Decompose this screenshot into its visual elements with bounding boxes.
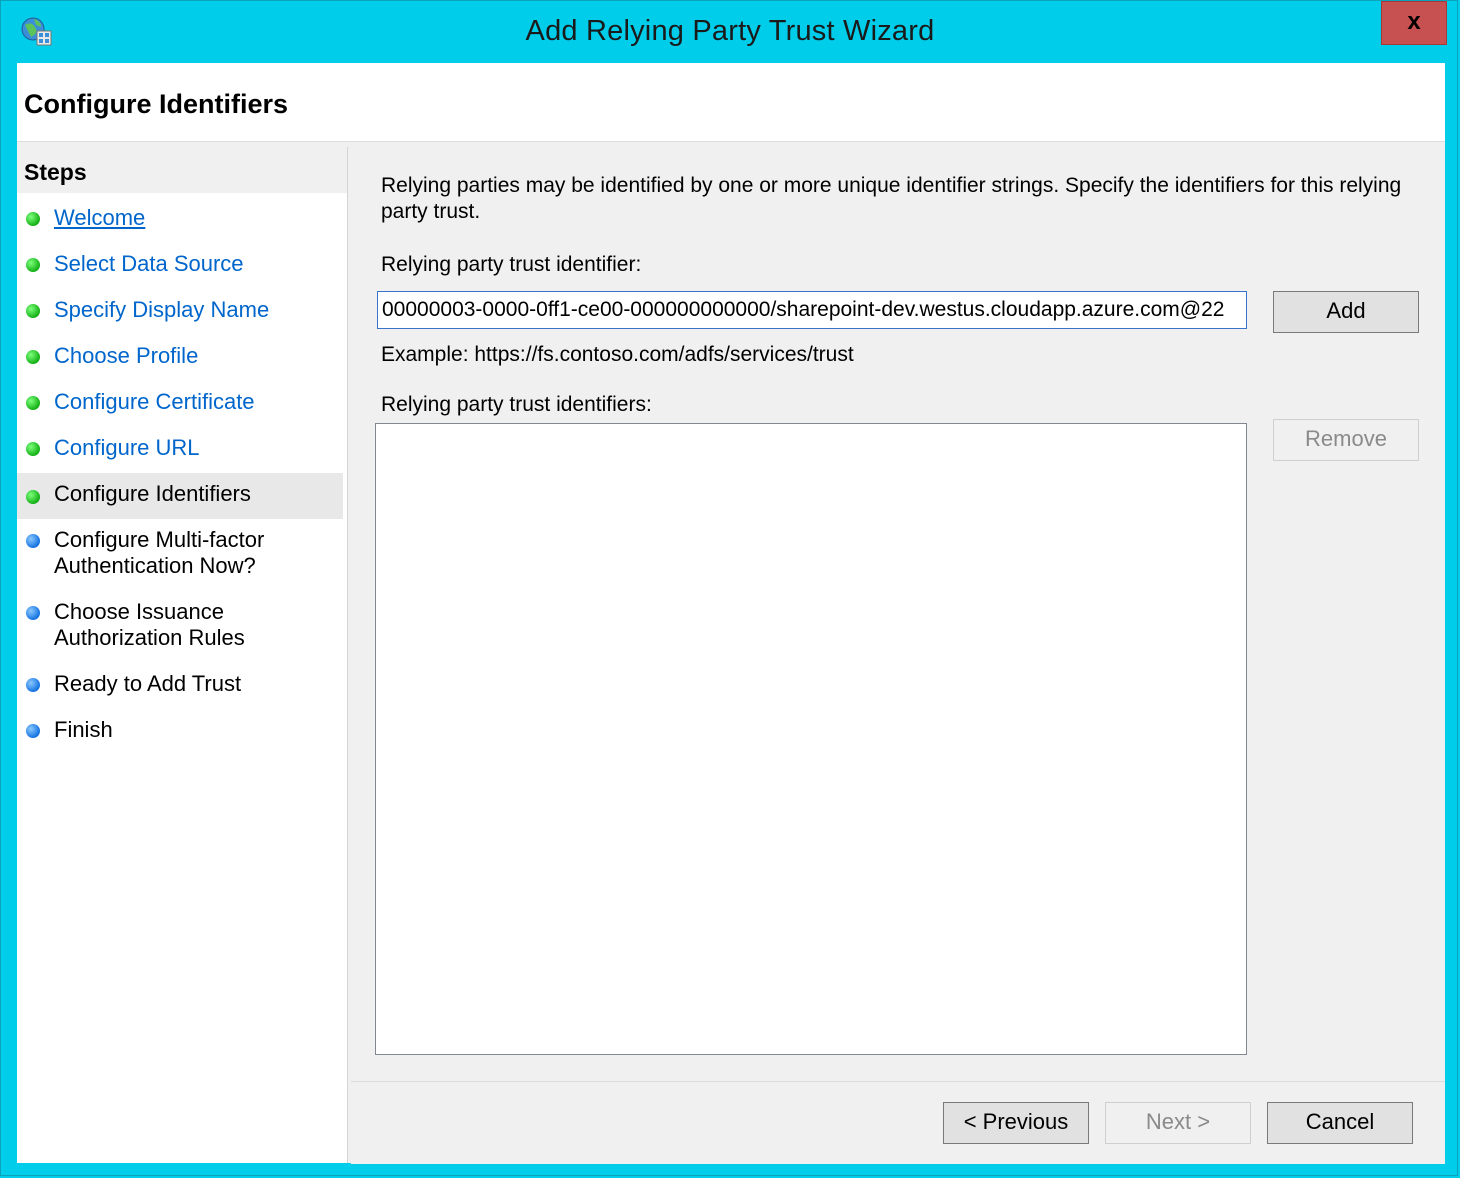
step-label-line1: Choose Issuance bbox=[54, 599, 224, 624]
step-configure-certificate[interactable]: Configure Certificate bbox=[17, 389, 343, 419]
identifier-label: Relying party trust identifier: bbox=[381, 253, 642, 276]
step-label-line1: Configure Multi-factor bbox=[54, 527, 265, 552]
step-complete-icon bbox=[26, 442, 40, 456]
page-header: Configure Identifiers bbox=[17, 63, 1445, 142]
content-panel: Relying parties may be identified by one… bbox=[351, 147, 1445, 1081]
step-welcome[interactable]: Welcome bbox=[17, 205, 343, 235]
step-label: Configure Certificate bbox=[54, 389, 255, 414]
step-choose-profile[interactable]: Choose Profile bbox=[17, 343, 343, 373]
step-label: Finish bbox=[54, 717, 113, 742]
window-title: Add Relying Party Trust Wizard bbox=[525, 15, 935, 47]
step-label: Ready to Add Trust bbox=[54, 671, 242, 696]
step-choose-issuance-rules: Choose Issuance Authorization Rules bbox=[17, 599, 343, 655]
step-complete-icon bbox=[26, 212, 40, 226]
step-complete-icon bbox=[26, 490, 40, 504]
step-configure-url[interactable]: Configure URL bbox=[17, 435, 343, 465]
example-text: Example: https://fs.contoso.com/adfs/ser… bbox=[381, 343, 854, 366]
steps-heading-label: Steps bbox=[24, 159, 87, 185]
close-button[interactable]: x bbox=[1381, 1, 1447, 45]
remove-button[interactable]: Remove bbox=[1273, 419, 1419, 461]
add-button[interactable]: Add bbox=[1273, 291, 1419, 333]
step-ready-to-add-trust: Ready to Add Trust bbox=[17, 671, 343, 701]
title-bar[interactable]: Add Relying Party Trust Wizard x bbox=[1, 1, 1459, 63]
next-button[interactable]: Next > bbox=[1105, 1102, 1251, 1144]
wizard-client-area: Configure Identifiers Steps Welcome Sele… bbox=[17, 63, 1445, 1164]
previous-button[interactable]: < Previous bbox=[943, 1102, 1089, 1144]
step-label-line2: Authentication Now? bbox=[54, 553, 256, 578]
step-label: Select Data Source bbox=[54, 251, 244, 276]
step-label: Configure Identifiers bbox=[54, 481, 251, 506]
step-configure-identifiers: Configure Identifiers bbox=[17, 473, 343, 519]
step-label-line2: Authorization Rules bbox=[54, 625, 245, 650]
step-complete-icon bbox=[26, 258, 40, 272]
step-complete-icon bbox=[26, 396, 40, 410]
identifiers-list[interactable] bbox=[375, 423, 1247, 1055]
step-pending-icon bbox=[26, 534, 40, 548]
description-text: Relying parties may be identified by one… bbox=[381, 174, 1402, 223]
page-title: Configure Identifiers bbox=[24, 89, 289, 119]
step-finish: Finish bbox=[17, 717, 343, 747]
step-complete-icon bbox=[26, 304, 40, 318]
step-pending-icon bbox=[26, 678, 40, 692]
step-label: Choose Profile bbox=[54, 343, 199, 368]
cancel-button[interactable]: Cancel bbox=[1267, 1102, 1413, 1144]
step-label: Specify Display Name bbox=[54, 297, 270, 322]
step-configure-mfa: Configure Multi-factor Authentication No… bbox=[17, 527, 343, 583]
step-select-data-source[interactable]: Select Data Source bbox=[17, 251, 343, 281]
steps-panel: Steps Welcome Select Data Source Specify… bbox=[17, 147, 348, 1163]
identifier-input[interactable] bbox=[377, 291, 1247, 329]
step-label: Welcome bbox=[54, 205, 146, 230]
steps-heading: Steps bbox=[17, 147, 347, 193]
step-pending-icon bbox=[26, 724, 40, 738]
step-specify-display-name[interactable]: Specify Display Name bbox=[17, 297, 343, 327]
wizard-window: Add Relying Party Trust Wizard x Configu… bbox=[0, 0, 1458, 1176]
step-label: Configure URL bbox=[54, 435, 200, 460]
close-icon: x bbox=[1407, 8, 1421, 35]
identifiers-list-label: Relying party trust identifiers: bbox=[381, 393, 652, 416]
step-pending-icon bbox=[26, 606, 40, 620]
step-complete-icon bbox=[26, 350, 40, 364]
wizard-footer: < Previous Next > Cancel bbox=[351, 1081, 1445, 1164]
